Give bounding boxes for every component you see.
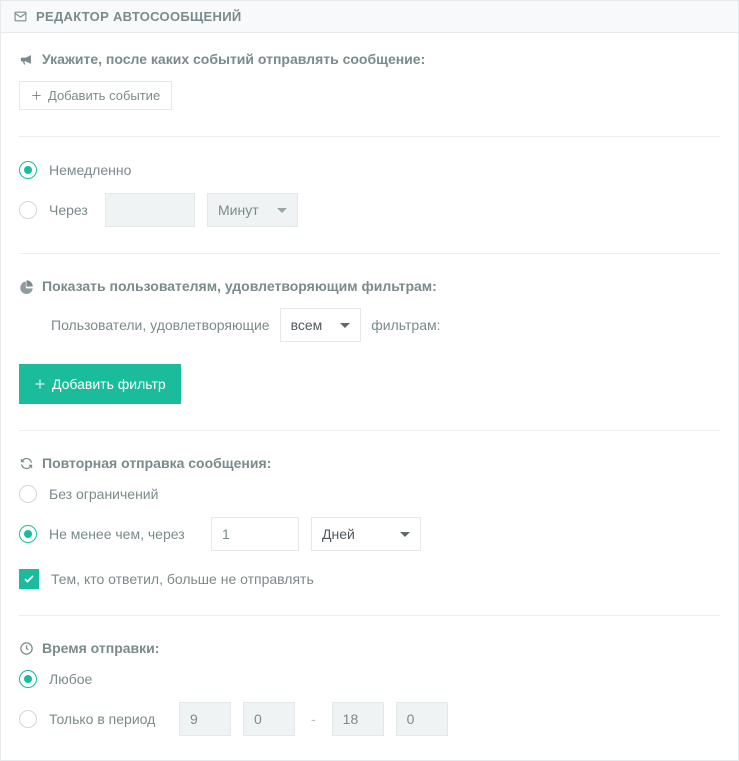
add-event-button-label: Добавить событие — [48, 89, 160, 102]
radio-after-label: Через — [49, 202, 93, 218]
repeat-heading: Повторная отправка сообщения: — [19, 455, 720, 471]
pie-chart-icon — [19, 279, 34, 294]
radio-immediately-label: Немедленно — [49, 162, 131, 178]
notless-unit-select[interactable]: Дней — [311, 517, 421, 551]
radio-period-label: Только в период — [49, 711, 167, 727]
filters-suffix: фильтрам: — [371, 317, 440, 333]
radio-after[interactable] — [19, 201, 37, 219]
suppress-replied-row[interactable]: Тем, кто ответил, больше не отправлять — [19, 569, 720, 589]
filters-mode-label: всем — [291, 317, 323, 333]
sendtime-any-row[interactable]: Любое — [19, 670, 720, 688]
events-heading-text: Укажите, после каких событий отправлять … — [42, 51, 425, 67]
period-separator: - — [307, 711, 320, 727]
filters-mode-select[interactable]: всем — [280, 308, 362, 342]
radio-immediately[interactable] — [19, 161, 37, 179]
chevron-down-icon — [277, 208, 287, 213]
add-filter-button[interactable]: Добавить фильтр — [19, 364, 181, 404]
timing-immediately-row[interactable]: Немедленно — [19, 161, 720, 179]
refresh-icon — [19, 456, 34, 471]
panel-body: Укажите, после каких событий отправлять … — [1, 33, 738, 760]
events-heading: Укажите, после каких событий отправлять … — [19, 51, 720, 67]
repeat-heading-text: Повторная отправка сообщения: — [42, 455, 271, 471]
events-section: Укажите, после каких событий отправлять … — [19, 51, 720, 110]
repeat-section: Повторная отправка сообщения: Без ограни… — [19, 455, 720, 589]
filters-mode-row: Пользователи, удовлетворяющие всем фильт… — [51, 308, 720, 342]
sendtime-heading: Время отправки: — [19, 640, 720, 656]
notless-value-input[interactable] — [211, 517, 299, 551]
add-event-button[interactable]: Добавить событие — [19, 81, 172, 110]
bullhorn-icon — [19, 52, 34, 67]
after-value-input[interactable] — [105, 193, 195, 227]
radio-notless[interactable] — [19, 525, 37, 543]
radio-period[interactable] — [19, 710, 37, 728]
panel-title: РЕДАКТОР АВТОСООБЩЕНИЙ — [36, 9, 242, 24]
timing-section: Немедленно Через Минут — [19, 161, 720, 227]
repeat-notless-row: Не менее чем, через Дней — [19, 517, 720, 551]
notless-unit-label: Дней — [322, 526, 355, 542]
repeat-unlimited-row[interactable]: Без ограничений — [19, 485, 720, 503]
radio-unlimited[interactable] — [19, 485, 37, 503]
divider — [19, 136, 720, 137]
checkbox-suppress-replied[interactable] — [19, 569, 39, 589]
radio-unlimited-label: Без ограничений — [49, 486, 158, 502]
radio-notless-label: Не менее чем, через — [49, 526, 199, 542]
timing-after-row: Через Минут — [19, 193, 720, 227]
filters-heading: Показать пользователям, удовлетворяющим … — [19, 278, 720, 294]
envelope-icon — [13, 10, 28, 23]
suppress-replied-label: Тем, кто ответил, больше не отправлять — [51, 571, 314, 587]
plus-icon — [34, 378, 46, 390]
filters-prefix: Пользователи, удовлетворяющие — [51, 317, 270, 333]
after-unit-select[interactable]: Минут — [207, 193, 298, 227]
clock-icon — [19, 641, 34, 656]
chevron-down-icon — [400, 532, 410, 537]
panel-header: РЕДАКТОР АВТОСООБЩЕНИЙ — [1, 1, 738, 33]
add-filter-button-label: Добавить фильтр — [52, 377, 166, 391]
editor-panel: РЕДАКТОР АВТОСООБЩЕНИЙ Укажите, после ка… — [0, 0, 739, 761]
to-hour-input[interactable] — [332, 702, 384, 736]
divider — [19, 615, 720, 616]
radio-any-time-label: Любое — [49, 671, 92, 687]
after-unit-label: Минут — [218, 202, 259, 218]
plus-icon — [31, 90, 42, 101]
radio-any-time[interactable] — [19, 670, 37, 688]
sendtime-period-row: Только в период - — [19, 702, 720, 736]
filters-section: Показать пользователям, удовлетворяющим … — [19, 278, 720, 404]
sendtime-section: Время отправки: Любое Только в период - — [19, 640, 720, 736]
sendtime-heading-text: Время отправки: — [42, 640, 159, 656]
from-min-input[interactable] — [243, 702, 295, 736]
divider — [19, 253, 720, 254]
to-min-input[interactable] — [396, 702, 448, 736]
chevron-down-icon — [340, 323, 350, 328]
filters-heading-text: Показать пользователям, удовлетворяющим … — [42, 278, 437, 294]
from-hour-input[interactable] — [179, 702, 231, 736]
divider — [19, 430, 720, 431]
